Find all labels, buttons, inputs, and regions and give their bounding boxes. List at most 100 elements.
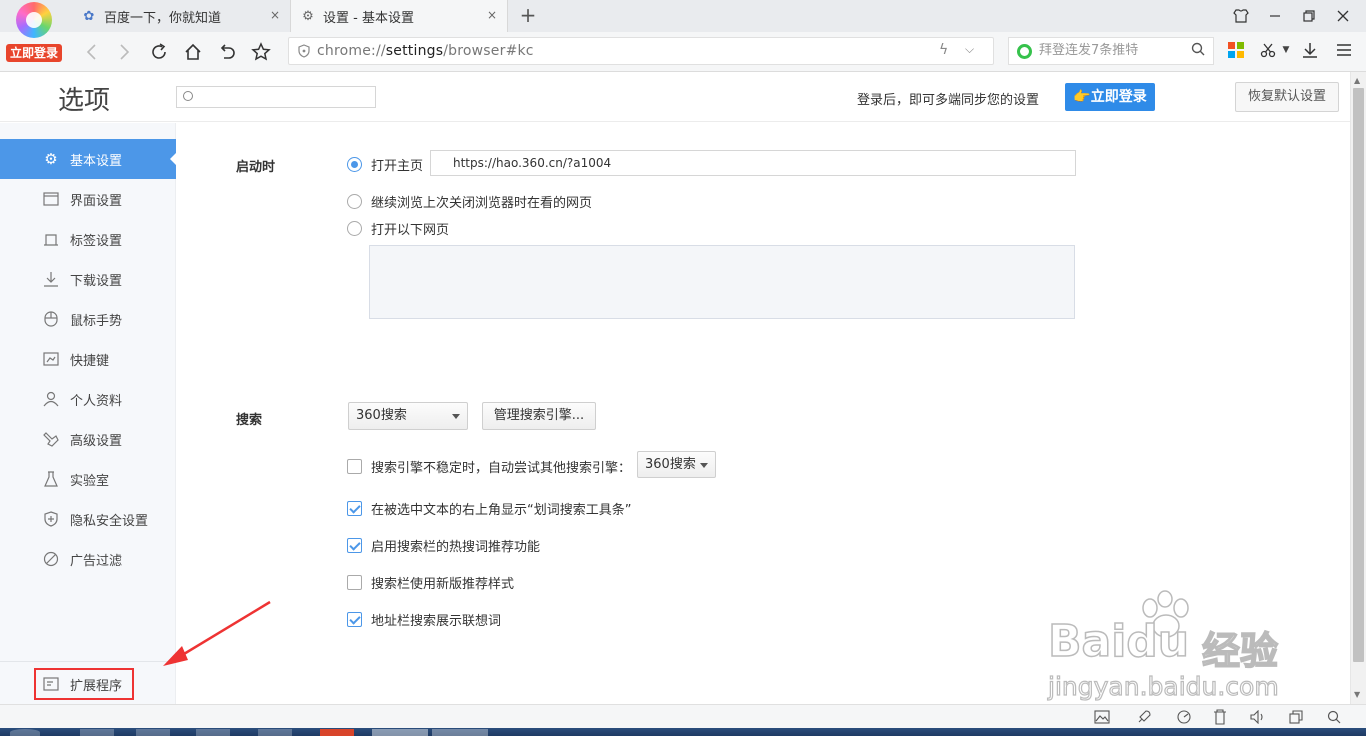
security-shield-icon[interactable] <box>297 44 311 58</box>
chevron-down-icon[interactable]: ⌵ <box>965 42 974 57</box>
taskbar-item-active[interactable] <box>372 729 428 736</box>
shield-icon <box>42 510 60 528</box>
search-box[interactable]: 拜登连发7条推特 <box>1008 37 1214 65</box>
sidebar-item-lab[interactable]: 实验室 <box>0 459 176 499</box>
forward-icon[interactable] <box>110 38 140 66</box>
image-icon[interactable] <box>1092 708 1112 726</box>
dropdown-caret-icon <box>452 414 460 419</box>
login-badge[interactable]: 立即登录 <box>6 44 62 62</box>
tab-baidu[interactable]: ✿ 百度一下，你就知道 × <box>72 0 290 32</box>
tab-settings[interactable]: ⚙ 设置 - 基本设置 × <box>290 0 508 32</box>
radio-button[interactable] <box>347 157 362 172</box>
taskbar-item[interactable] <box>320 729 354 736</box>
close-icon[interactable]: × <box>270 8 280 22</box>
scroll-up-icon[interactable]: ▲ <box>1354 76 1360 85</box>
sidebar-item-adblock[interactable]: 广告过滤 <box>0 539 176 579</box>
checkbox[interactable] <box>347 575 362 590</box>
login-button[interactable]: 👉立即登录 <box>1065 83 1155 111</box>
volume-icon[interactable] <box>1248 708 1268 726</box>
gear-icon: ⚙ <box>302 8 314 24</box>
search-engine-select[interactable]: 360搜索 <box>348 402 468 430</box>
window-mode-icon[interactable] <box>1286 708 1306 726</box>
download-icon[interactable] <box>1298 38 1322 62</box>
search-input[interactable]: 拜登连发7条推特 <box>1039 38 1138 64</box>
homepage-url-input[interactable]: https://hao.360.cn/?a1004 <box>430 150 1076 176</box>
manage-search-engines-button[interactable]: 管理搜索引擎... <box>482 402 596 430</box>
chevron-down-icon[interactable]: ▼ <box>1278 38 1294 62</box>
refresh-icon[interactable] <box>144 38 174 66</box>
vertical-scrollbar[interactable]: ▲ ▼ <box>1350 72 1366 704</box>
search-new-style-option[interactable]: 搜索栏使用新版推荐样式 <box>347 573 514 592</box>
browser-logo[interactable]: 立即登录 <box>6 2 62 62</box>
checkbox[interactable] <box>347 538 362 553</box>
address-suggestions-option[interactable]: 地址栏搜索展示联想词 <box>347 610 501 629</box>
search-label: 搜索 <box>236 413 263 428</box>
radio-button[interactable] <box>347 221 362 236</box>
checkbox[interactable] <box>347 459 362 474</box>
apps-icon[interactable] <box>1224 38 1248 62</box>
startup-option-homepage[interactable]: 打开主页 <box>347 155 423 174</box>
mouse-icon <box>42 310 60 328</box>
start-button[interactable] <box>10 729 40 736</box>
startup-option-pages[interactable]: 打开以下网页 <box>347 219 449 238</box>
sidebar-item-mouse[interactable]: 鼠标手势 <box>0 299 176 339</box>
sidebar-item-shortcut[interactable]: 快捷键 <box>0 339 176 379</box>
settings-search-input[interactable] <box>176 86 376 108</box>
skin-icon[interactable] <box>1224 0 1258 32</box>
taskbar-item[interactable] <box>196 729 230 736</box>
sidebar-item-advanced[interactable]: 高级设置 <box>0 419 176 459</box>
lightning-icon[interactable]: ϟ <box>939 42 948 58</box>
search-fallback-option[interactable]: 搜索引擎不稳定时，自动尝试其他搜索引擎： <box>347 457 631 476</box>
sidebar-item-extensions[interactable]: 扩展程序 <box>34 668 134 700</box>
address-bar[interactable]: chrome://settings/browser#kc ϟ ⌵ <box>288 37 994 65</box>
sidebar-item-download[interactable]: 下载设置 <box>0 259 176 299</box>
taskbar-item[interactable] <box>136 729 170 736</box>
search-engine-icon[interactable] <box>1017 44 1032 59</box>
watermark-suffix: 经验 <box>1201 628 1279 674</box>
menu-icon[interactable] <box>1332 38 1356 62</box>
bookmark-star-icon[interactable] <box>246 38 276 66</box>
minimize-icon[interactable] <box>1258 0 1292 32</box>
settings-sidebar: ⚙ 基本设置 界面设置 标签设置 下载设置 鼠标手势 快捷键 个人资料 高级设置… <box>0 123 177 704</box>
sidebar-item-interface[interactable]: 界面设置 <box>0 179 176 219</box>
advanced-icon <box>42 430 60 448</box>
scrollbar-thumb[interactable] <box>1353 88 1364 662</box>
annotation-arrow <box>163 600 271 666</box>
undo-close-icon[interactable] <box>212 38 242 66</box>
scroll-down-icon[interactable]: ▼ <box>1354 690 1360 699</box>
rocket-icon[interactable] <box>1134 708 1154 726</box>
startup-pages-list[interactable] <box>369 245 1075 319</box>
reset-defaults-button[interactable]: 恢复默认设置 <box>1235 82 1339 112</box>
settings-header: 选项 登录后，即可多端同步您的设置 👉立即登录 恢复默认设置 <box>0 72 1350 122</box>
toolbar: chrome://settings/browser#kc ϟ ⌵ 拜登连发7条推… <box>0 32 1366 72</box>
trash-icon[interactable] <box>1210 708 1230 726</box>
sidebar-item-profile[interactable]: 个人资料 <box>0 379 176 419</box>
search-hot-words-option[interactable]: 启用搜索栏的热搜词推荐功能 <box>347 536 540 555</box>
window-close-icon[interactable] <box>1326 0 1360 32</box>
sidebar-item-tabs[interactable]: 标签设置 <box>0 219 176 259</box>
checkbox[interactable] <box>347 612 362 627</box>
close-icon[interactable]: × <box>487 8 497 22</box>
speed-icon[interactable] <box>1174 708 1194 726</box>
dropdown-caret-icon <box>700 463 708 468</box>
restore-icon[interactable] <box>1292 0 1326 32</box>
back-icon[interactable] <box>76 38 106 66</box>
sidebar-item-privacy[interactable]: 隐私安全设置 <box>0 499 176 539</box>
fallback-engine-select[interactable]: 360搜索 <box>637 451 716 478</box>
home-icon[interactable] <box>178 38 208 66</box>
taskbar-item[interactable] <box>80 729 114 736</box>
address-url[interactable]: chrome://settings/browser#kc <box>317 38 534 64</box>
new-tab-button[interactable]: + <box>516 4 540 28</box>
taskbar-item[interactable] <box>258 729 292 736</box>
checkbox[interactable] <box>347 501 362 516</box>
watermark-site: jingyan.baidu.com <box>1047 671 1279 701</box>
search-selection-toolbar-option[interactable]: 在被选中文本的右上角显示“划词搜索工具条” <box>347 499 631 518</box>
sidebar-item-basic[interactable]: ⚙ 基本设置 <box>0 139 177 179</box>
zoom-icon[interactable] <box>1324 708 1344 726</box>
startup-option-continue[interactable]: 继续浏览上次关闭浏览器时在看的网页 <box>347 192 592 211</box>
screenshot-scissors-icon[interactable] <box>1256 38 1280 62</box>
search-icon[interactable] <box>1191 42 1205 60</box>
radio-button[interactable] <box>347 194 362 209</box>
taskbar-item[interactable] <box>432 729 488 736</box>
watermark-brand: Baidu <box>1047 615 1190 668</box>
